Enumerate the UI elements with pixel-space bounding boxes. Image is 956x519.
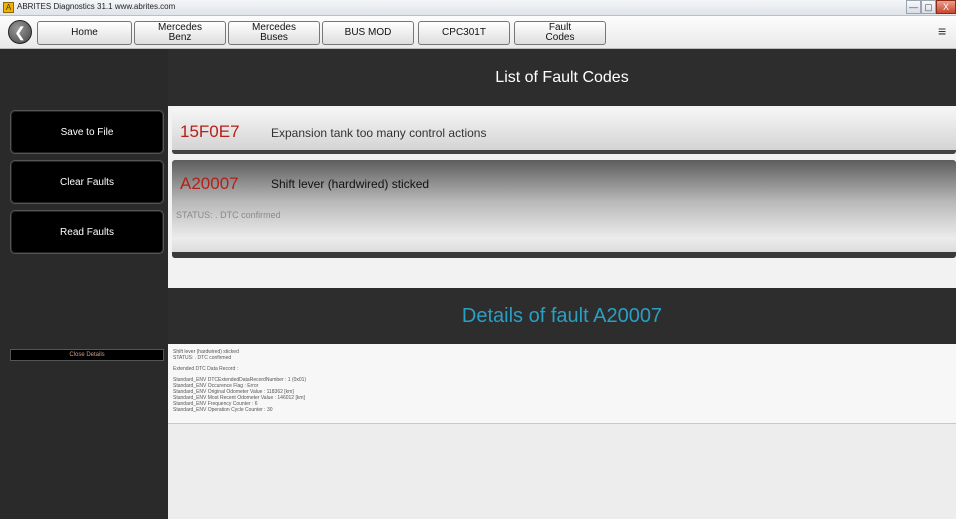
sidebar: Save to File Clear Faults Read Faults Cl… [0, 49, 168, 519]
fault-description: Expansion tank too many control actions [271, 126, 487, 140]
tab-bus-mod[interactable]: BUS MOD [322, 21, 414, 45]
fault-list-item[interactable]: 15F0E7 Expansion tank too many control a… [172, 108, 956, 154]
fault-list: 15F0E7 Expansion tank too many control a… [168, 106, 956, 288]
fault-code: A20007 [180, 174, 239, 193]
tab-label-line2: Benz [168, 32, 192, 43]
fault-code: 15F0E7 [180, 122, 240, 141]
back-button[interactable]: ❮ [8, 20, 32, 44]
close-window-button[interactable]: X [936, 0, 956, 14]
window-title-bar: A ABRITES Diagnostics 31.1 www.abrites.c… [0, 0, 956, 16]
abrites-logo-icon: A [3, 2, 14, 13]
tab-label-line1: CPC301T [442, 27, 486, 38]
tab-mercedes-benz[interactable]: Mercedes Benz [134, 21, 226, 45]
tab-label-line2: Codes [545, 32, 575, 43]
tab-label-line1: Home [71, 27, 98, 38]
tab-fault-codes[interactable]: Fault Codes [514, 21, 606, 45]
tab-cpc301t[interactable]: CPC301T [418, 21, 510, 45]
window-title: ABRITES Diagnostics 31.1 www.abrites.com [17, 2, 176, 11]
tab-label-line1: BUS MOD [344, 27, 392, 38]
breadcrumb-navbar: ❮ Home Mercedes Benz Mercedes Buses BUS MO… [0, 16, 956, 49]
minimize-button[interactable]: — [906, 0, 921, 14]
save-to-file-button[interactable]: Save to File [10, 110, 164, 154]
close-details-button[interactable]: Close Details [10, 349, 164, 361]
tab-home[interactable]: Home [37, 21, 132, 45]
maximize-button[interactable]: ▢ [921, 0, 936, 14]
clear-faults-button[interactable]: Clear Faults [10, 160, 164, 204]
detail-line: Standard_ENV Operation Cycle Counter : 3… [173, 407, 273, 413]
page-title: List of Fault Codes [168, 49, 956, 106]
fault-status: STATUS: . DTC confirmed [176, 210, 281, 220]
arrow-left-icon: ❮ [14, 24, 26, 40]
tab-mercedes-buses[interactable]: Mercedes Buses [228, 21, 320, 45]
read-faults-button[interactable]: Read Faults [10, 210, 164, 254]
fault-description: Shift lever (hardwired) sticked [271, 177, 430, 191]
details-title: Details of fault A20007 [168, 288, 956, 344]
tab-label-line2: Buses [260, 32, 288, 43]
fault-details-text: Shift lever (hardwired) sticked STATUS: … [168, 344, 956, 424]
details-empty-area [168, 424, 956, 519]
hamburger-menu-icon[interactable]: ≡ [938, 24, 950, 38]
fault-list-item-selected[interactable]: A20007 Shift lever (hardwired) sticked S… [172, 160, 956, 258]
